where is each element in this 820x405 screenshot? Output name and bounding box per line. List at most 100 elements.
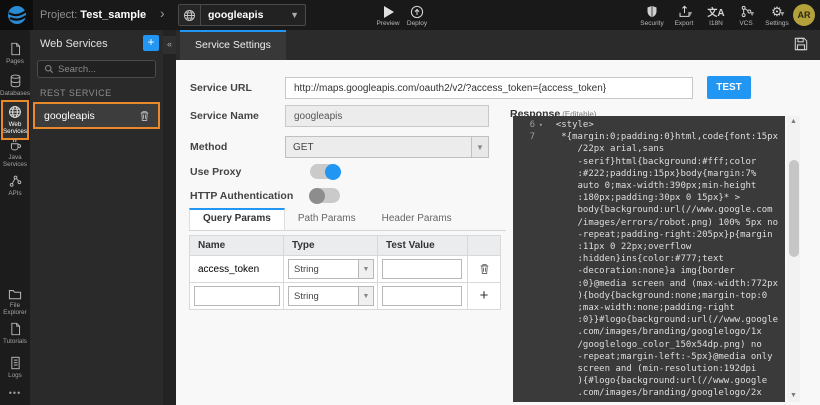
chevron-down-icon: ▼ bbox=[471, 137, 488, 157]
table-header-row: Name Type Test Value bbox=[190, 236, 500, 256]
editor-scrollbar[interactable]: ▲ ▼ bbox=[787, 116, 800, 402]
sidebar-item-web-services[interactable]: Web Services bbox=[1, 100, 29, 140]
line-number: ▾ bbox=[513, 180, 538, 192]
security-button[interactable]: Security bbox=[635, 3, 669, 29]
service-settings-content: Service URL TEST Service Name Method GET… bbox=[176, 60, 820, 405]
search-icon bbox=[44, 64, 54, 74]
use-proxy-toggle[interactable] bbox=[310, 164, 340, 179]
service-url-input[interactable] bbox=[285, 77, 693, 99]
code-line: 7▾ *{margin:0;padding:0}html,code{font:1… bbox=[513, 131, 785, 143]
plus-icon: + bbox=[147, 35, 154, 49]
service-name-input bbox=[285, 105, 489, 127]
service-selector-dropdown[interactable]: googleapis ▼ bbox=[178, 4, 306, 26]
sidebar-item-file-explorer[interactable]: File Explorer bbox=[0, 288, 30, 316]
code-line: ▾ /22px arial,sans bbox=[513, 143, 785, 155]
database-icon bbox=[9, 74, 22, 88]
line-number: ▾ bbox=[513, 326, 538, 338]
sidebar-item-java-services[interactable]: Java Services bbox=[0, 138, 30, 168]
param-test-value-input[interactable] bbox=[382, 259, 462, 279]
line-number: ▾ bbox=[513, 192, 538, 204]
delete-service-icon[interactable] bbox=[139, 110, 150, 122]
tab-service-settings[interactable]: Service Settings bbox=[180, 30, 286, 60]
code-line: ▾ -repeat;margin-left:-5px}@media only bbox=[513, 351, 785, 363]
delete-param-icon[interactable] bbox=[479, 263, 490, 275]
save-button[interactable] bbox=[794, 37, 808, 51]
test-button[interactable]: TEST bbox=[707, 76, 751, 99]
service-url-label: Service URL bbox=[190, 82, 252, 94]
column-name: Name bbox=[190, 236, 284, 255]
tab-path-params[interactable]: Path Params bbox=[285, 208, 369, 230]
scroll-down-arrow-icon[interactable]: ▼ bbox=[787, 390, 800, 402]
sidebar-item-databases[interactable]: Databases bbox=[0, 74, 30, 97]
line-number: ▾ bbox=[513, 363, 538, 375]
play-icon bbox=[383, 5, 394, 18]
code-line: ▾ /googlelogo_color_150x54dp.png) no bbox=[513, 339, 785, 351]
method-label: Method bbox=[190, 141, 227, 153]
vcs-button[interactable]: ▼ VCS bbox=[729, 3, 763, 29]
service-search[interactable] bbox=[37, 60, 156, 78]
export-button[interactable]: ▼ Export bbox=[667, 3, 701, 29]
page-icon bbox=[9, 322, 22, 336]
i18n-button[interactable]: 文A I18N bbox=[699, 3, 733, 29]
toggle-knob bbox=[325, 164, 341, 180]
panel-splitter: « bbox=[163, 30, 176, 405]
line-number: ▾ bbox=[513, 253, 538, 265]
chevron-down-icon: ▼ bbox=[779, 11, 786, 18]
param-row-access-token: access_token String ▼ bbox=[190, 256, 500, 283]
use-proxy-label: Use Proxy bbox=[190, 166, 241, 178]
web-services-panel: Web Services + REST SERVICE googleapis bbox=[30, 30, 163, 405]
collapse-panel-button[interactable]: « bbox=[163, 36, 176, 54]
code-line: ▾ ;max-width:none;padding-right bbox=[513, 302, 785, 314]
deploy-button[interactable]: Deploy bbox=[400, 3, 434, 29]
service-list-item-googleapis[interactable]: googleapis bbox=[33, 102, 160, 129]
column-test-value: Test Value bbox=[378, 236, 468, 255]
page-icon bbox=[9, 42, 22, 56]
nodes-icon bbox=[9, 174, 22, 188]
code-line: ▾ .com/images/branding/googlelogo/2x bbox=[513, 387, 785, 399]
line-number: ▾ bbox=[513, 302, 538, 314]
code-line: ▾ body{background:url(//www.google.com bbox=[513, 204, 785, 216]
line-number: 6▾ bbox=[513, 119, 538, 131]
line-number: ▾ bbox=[513, 168, 538, 180]
sidebar-item-apis[interactable]: APIs bbox=[0, 174, 30, 197]
folder-icon bbox=[8, 288, 22, 300]
wavemaker-logo-icon bbox=[7, 5, 27, 25]
add-service-button[interactable]: + bbox=[143, 35, 159, 51]
tab-header-params[interactable]: Header Params bbox=[369, 208, 465, 230]
code-line: 6▾ <style> bbox=[513, 119, 785, 131]
line-number: ▾ bbox=[513, 241, 538, 253]
chevron-down-icon: ▼ bbox=[687, 11, 694, 18]
scrollbar-thumb[interactable] bbox=[789, 160, 799, 257]
sidebar-item-pages[interactable]: Pages bbox=[0, 42, 30, 65]
new-param-test-value-input[interactable] bbox=[382, 286, 462, 306]
code-line: ▾ -repeat;padding-right:205px}p{margin bbox=[513, 229, 785, 241]
fold-caret-icon[interactable]: ▾ bbox=[539, 119, 543, 131]
line-number: ▾ bbox=[513, 217, 538, 229]
chevron-down-icon: ▼ bbox=[358, 260, 373, 278]
response-code-editor[interactable]: 6▾ <style> 7▾ *{margin:0;padding:0}html,… bbox=[513, 116, 785, 402]
sidebar-item-tutorials[interactable]: Tutorials bbox=[0, 322, 30, 345]
http-authentication-toggle[interactable] bbox=[310, 188, 340, 203]
shield-icon bbox=[646, 5, 658, 18]
translate-icon: 文A bbox=[707, 4, 724, 19]
scroll-up-arrow-icon[interactable]: ▲ bbox=[787, 116, 800, 128]
floppy-save-icon bbox=[794, 37, 808, 51]
code-line: ▾ -serif}html{background:#fff;color bbox=[513, 156, 785, 168]
sidebar-more-button[interactable]: ••• bbox=[0, 388, 30, 398]
param-row-new: String ▼ + bbox=[190, 283, 500, 310]
app-logo[interactable] bbox=[0, 0, 33, 30]
new-param-name-input[interactable] bbox=[194, 286, 280, 306]
method-select: GET ▼ bbox=[285, 136, 489, 158]
settings-button[interactable]: ⚙ ▼ Settings bbox=[760, 3, 794, 29]
param-type-select[interactable]: String ▼ bbox=[288, 259, 374, 279]
service-name-label: Service Name bbox=[190, 110, 259, 122]
code-line: ▾ :hidden}ins{color:#777;text bbox=[513, 253, 785, 265]
chevron-down-icon: ▼ bbox=[290, 10, 299, 20]
code-line: ▾ :0}}#logo{background:url(//www.google bbox=[513, 314, 785, 326]
code-line: ▾ screen and (min-resolution:192dpi bbox=[513, 363, 785, 375]
tab-query-params[interactable]: Query Params bbox=[189, 208, 285, 230]
new-param-type-select[interactable]: String ▼ bbox=[288, 286, 374, 306]
add-param-button[interactable]: + bbox=[480, 291, 489, 301]
user-avatar[interactable]: AR bbox=[793, 4, 815, 26]
sidebar-item-logs[interactable]: Logs bbox=[0, 356, 30, 379]
